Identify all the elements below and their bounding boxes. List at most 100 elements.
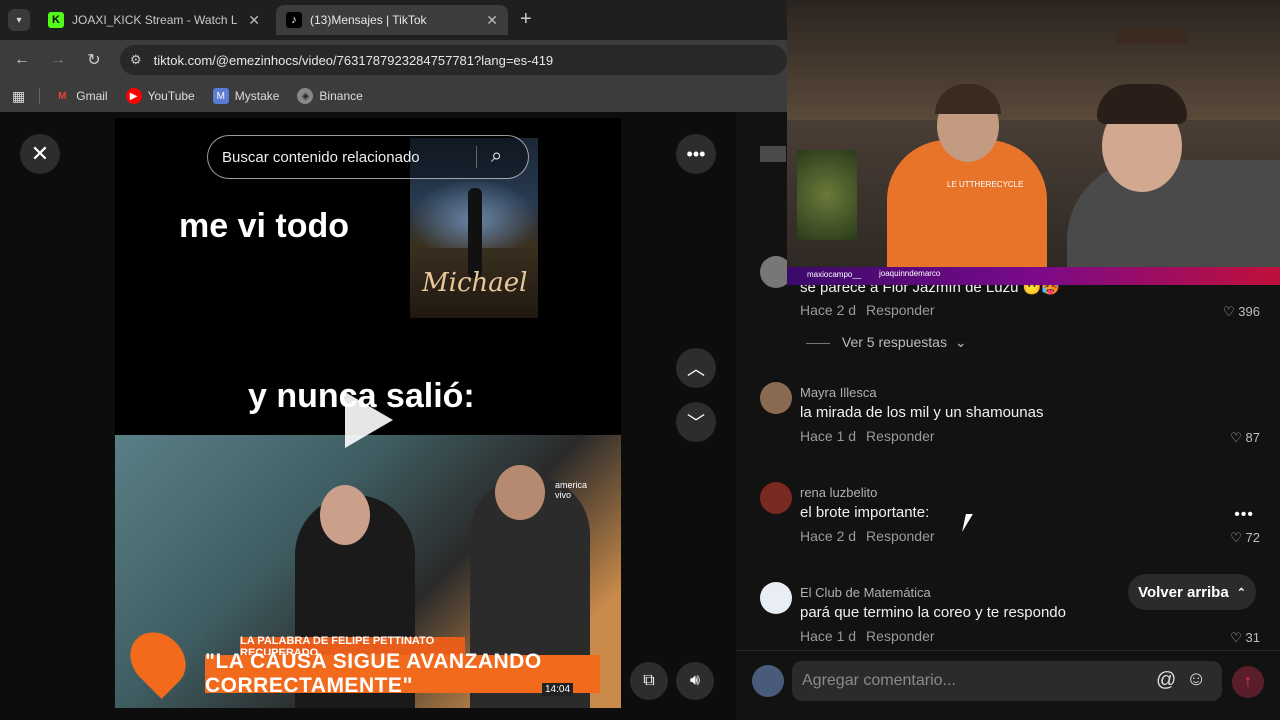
url-field[interactable]: ⚙ tiktok.com/@emezinhocs/video/763178792… (120, 45, 787, 75)
webcam-wall (787, 0, 1280, 120)
related-search-input[interactable]: Buscar contenido relacionado ⌕ (207, 135, 529, 179)
bookmark-label: YouTube (147, 89, 195, 103)
post-comment-button[interactable]: ↑ (1232, 666, 1264, 698)
comment-age: Hace 2 d (800, 528, 857, 544)
person-grey-hair (1097, 84, 1187, 124)
like-button[interactable]: ♡ 396 (1223, 304, 1260, 320)
comment-placeholder: Agregar comentario... (802, 672, 956, 689)
like-count: 72 (1245, 530, 1260, 545)
comment-input[interactable]: Agregar comentario... @ ☺ (792, 661, 1222, 701)
bookmark-label: Mystake (234, 89, 280, 103)
previous-video-button[interactable]: ︿ (676, 348, 716, 388)
forward-icon[interactable]: → (46, 48, 70, 72)
more-options-button[interactable]: ••• (676, 134, 716, 174)
bookmark-binance[interactable]: ◈ Binance (297, 88, 363, 104)
reply-button[interactable]: Responder (866, 302, 935, 318)
webcam-plant (797, 150, 857, 240)
tab-list-button[interactable]: ▾ (8, 9, 30, 31)
heart-icon: ♡ (1230, 430, 1246, 445)
poster-figure (468, 188, 482, 278)
person-left-face (320, 485, 370, 545)
avatar[interactable] (760, 382, 792, 414)
webcam-shelf (1117, 30, 1187, 44)
more-icon: ••• (686, 143, 706, 164)
back-icon[interactable]: ← (10, 48, 34, 72)
video-caption-top: me vi todo (179, 207, 350, 245)
comment-text: el brote importante: (800, 504, 930, 521)
close-tab-icon[interactable]: ✕ (248, 12, 260, 29)
url-text: tiktok.com/@emezinhocs/video/76317879232… (153, 52, 554, 68)
bookmarks-bar: ▦ M Gmail ▶ YouTube M Mystake ◈ Binance (0, 80, 787, 112)
double-chevron-up-icon: ⌃ (1236, 586, 1246, 599)
streamer-name-right: joaquinndemarco (879, 269, 941, 278)
comment-author[interactable]: rena luzbelito (800, 485, 877, 500)
webcam-overlay: LE UTTHERECYCLE maxiocampo__ joaquinndem… (787, 0, 1280, 285)
back-to-top-button[interactable]: Volver arriba ⌃ (1128, 574, 1256, 610)
avatar[interactable] (760, 482, 792, 514)
chevron-up-icon: ︿ (687, 359, 705, 379)
close-icon: ✕ (30, 141, 50, 166)
comment-more-icon[interactable]: ••• (1234, 506, 1254, 524)
like-count: 31 (1245, 630, 1260, 645)
like-button[interactable]: ♡ 87 (1230, 430, 1260, 446)
volume-icon: 🔊︎ (689, 672, 701, 689)
comment-age: Hace 1 d (800, 428, 857, 444)
reply-button[interactable]: Responder (866, 428, 935, 444)
like-count: 396 (1238, 304, 1260, 319)
arrow-up-icon: ↑ (1244, 673, 1252, 690)
bookmarks-divider (39, 88, 41, 104)
news-banner-big: "LA CAUSA SIGUE AVANZANDO CORRECTAMENTE" (205, 650, 600, 697)
person-right-face (495, 465, 545, 520)
heart-icon: ♡ (1230, 630, 1246, 645)
pip-button[interactable]: ⧉ (630, 662, 668, 700)
binance-icon: ◈ (297, 88, 314, 104)
my-avatar (752, 665, 784, 697)
avatar[interactable] (760, 582, 792, 614)
reply-button[interactable]: Responder (866, 628, 935, 644)
next-video-button[interactable]: ﹀ (676, 402, 716, 442)
comment-author[interactable]: El Club de Matemática (800, 585, 931, 600)
poster-title: Michael (422, 268, 528, 298)
bookmark-youtube[interactable]: ▶ YouTube (125, 88, 195, 104)
volume-button[interactable]: 🔊︎ (676, 662, 714, 700)
view-replies-toggle[interactable]: Ver 5 respuestas ⌄ (806, 334, 967, 351)
partial-thumbnail (760, 146, 786, 162)
comment-age: Hace 2 d (800, 302, 857, 318)
play-icon[interactable] (345, 392, 393, 448)
search-placeholder: Buscar contenido relacionado (222, 148, 420, 166)
mention-icon[interactable]: @ (1156, 669, 1176, 692)
close-video-button[interactable]: ✕ (20, 134, 60, 174)
bookmark-label: Binance (319, 89, 363, 103)
tab-kick[interactable]: K JOAXI_KICK Stream - Watch Live ✕ (38, 5, 270, 35)
pip-icon: ⧉ (643, 672, 655, 689)
search-divider (476, 146, 477, 168)
search-icon[interactable]: ⌕ (491, 145, 502, 168)
bookmark-label: Gmail (76, 89, 108, 103)
view-replies-label: Ver 5 respuestas (841, 334, 947, 350)
reply-button[interactable]: Responder (866, 528, 935, 544)
reload-icon[interactable]: ↻ (82, 48, 106, 72)
tiktok-icon: ♪ (286, 12, 302, 28)
comment-author[interactable]: Mayra Illesca (800, 385, 877, 400)
browser-tab-bar: ▾ K JOAXI_KICK Stream - Watch Live ✕ ♪ (… (0, 0, 787, 40)
bookmark-mystake[interactable]: M Mystake (212, 88, 280, 104)
like-count: 87 (1245, 430, 1260, 445)
chevron-down-icon: ⌄ (954, 334, 967, 350)
streamer-name-left: maxiocampo__ (807, 270, 862, 279)
mystake-icon: M (212, 88, 229, 104)
comment-age: Hace 1 d (800, 628, 857, 644)
bookmark-gmail[interactable]: M Gmail (54, 88, 108, 104)
comment-text: la mirada de los mil y un shamounas (800, 404, 1044, 421)
like-button[interactable]: ♡ 31 (1230, 630, 1260, 646)
apps-icon[interactable]: ▦ (12, 88, 25, 105)
close-tab-icon[interactable]: ✕ (486, 12, 498, 29)
address-bar-row: ← → ↻ ⚙ tiktok.com/@emezinhocs/video/763… (0, 40, 787, 80)
like-button[interactable]: ♡ 72 (1230, 530, 1260, 546)
site-info-icon[interactable]: ⚙ (130, 52, 142, 68)
tab-tiktok[interactable]: ♪ (13)Mensajes | TikTok ✕ (276, 5, 508, 35)
replies-line (806, 342, 830, 344)
name-bar: maxiocampo__ joaquinndemarco (787, 267, 1280, 285)
back-to-top-label: Volver arriba (1138, 583, 1229, 601)
new-tab-button[interactable]: + (520, 8, 532, 31)
emoji-icon[interactable]: ☺ (1186, 668, 1206, 691)
